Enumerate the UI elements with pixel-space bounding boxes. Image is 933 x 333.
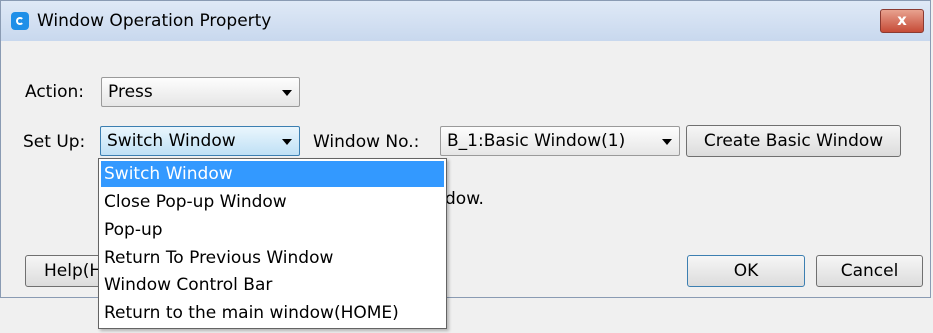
dropdown-option-switch-window[interactable]: Switch Window [101, 161, 444, 187]
setup-select[interactable]: Switch Window [100, 126, 300, 156]
chevron-down-icon [282, 90, 292, 96]
setup-dropdown-list: Switch Window Close Pop-up Window Pop-up… [98, 158, 447, 329]
ok-button[interactable]: OK [687, 255, 805, 287]
close-button[interactable]: x [880, 9, 924, 33]
setup-select-value: Switch Window [107, 131, 236, 151]
dropdown-option-return-previous-window[interactable]: Return To Previous Window [101, 245, 444, 271]
chevron-down-icon [282, 139, 292, 145]
setup-label: Set Up: [23, 132, 86, 152]
cancel-button[interactable]: Cancel [816, 255, 923, 287]
window-no-select[interactable]: B_1:Basic Window(1) [440, 126, 680, 156]
chevron-down-icon [662, 139, 672, 145]
dialog-title: Window Operation Property [37, 11, 272, 31]
dropdown-option-close-popup-window[interactable]: Close Pop-up Window [101, 189, 444, 215]
close-icon: x [897, 11, 907, 29]
app-icon [11, 12, 29, 30]
title-bar: Window Operation Property x [1, 1, 930, 41]
create-basic-window-button[interactable]: Create Basic Window [686, 125, 901, 157]
action-label: Action: [25, 82, 84, 102]
action-select-value: Press [108, 82, 153, 102]
description-text: dow. [445, 189, 484, 209]
dropdown-option-return-main-window[interactable]: Return to the main window(HOME) [101, 300, 444, 326]
window-no-label: Window No.: [313, 132, 420, 152]
action-select[interactable]: Press [101, 77, 300, 107]
dropdown-option-popup[interactable]: Pop-up [101, 217, 444, 243]
dropdown-option-window-control-bar[interactable]: Window Control Bar [101, 272, 444, 298]
window-no-select-value: B_1:Basic Window(1) [447, 131, 626, 151]
